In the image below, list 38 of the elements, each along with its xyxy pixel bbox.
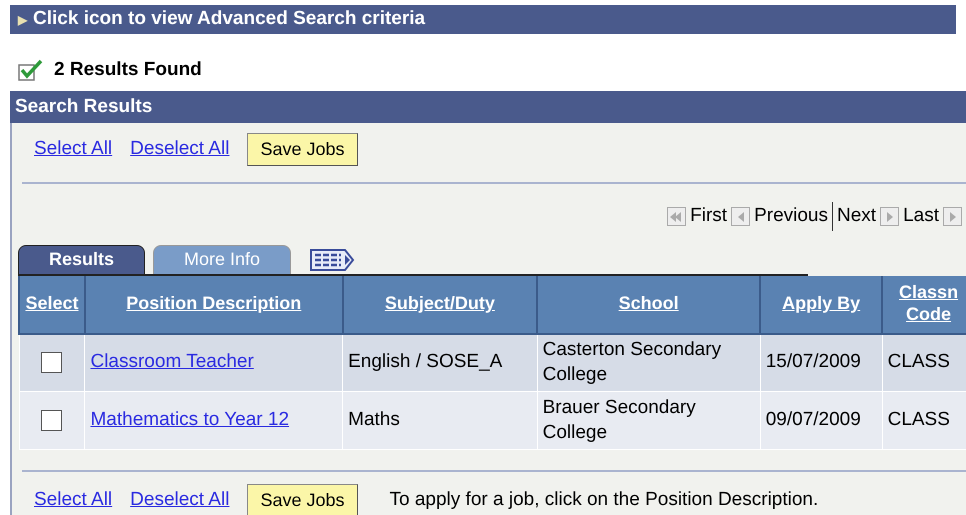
table-cell: English / SOSE_A — [342, 334, 538, 392]
checkmark-icon — [18, 59, 44, 82]
instruction-text: To apply for a job, click on the Position Description. — [390, 488, 818, 512]
last-page-icon[interactable] — [943, 206, 962, 226]
table-cell: Casterton Secondary College — [537, 334, 760, 392]
tab[interactable]: Results — [18, 244, 146, 274]
expand-icon[interactable]: ▶ — [18, 10, 27, 28]
column-header[interactable]: Apply By — [760, 276, 882, 334]
select-all-link[interactable]: Select All — [34, 486, 112, 515]
column-header[interactable]: Select — [19, 276, 85, 334]
table-cell: 09/07/2009 — [760, 392, 882, 450]
panel-title: Search Results — [10, 90, 966, 123]
save-jobs-button[interactable]: Save Jobs — [247, 484, 358, 515]
results-count: 2 Results Found — [54, 58, 202, 82]
column-header[interactable]: Classn Code — [882, 276, 966, 334]
first-page-icon[interactable] — [667, 206, 686, 226]
pager-label: First — [690, 204, 728, 228]
row-checkbox[interactable] — [41, 352, 62, 373]
save-jobs-button[interactable]: Save Jobs — [247, 133, 358, 166]
deselect-all-link[interactable]: Deselect All — [130, 486, 230, 515]
table-cell: Maths — [342, 392, 538, 450]
row-checkbox[interactable] — [41, 410, 62, 431]
column-header[interactable]: Position Description — [84, 276, 343, 334]
pager-label: Last — [903, 204, 939, 228]
column-header[interactable]: School — [537, 276, 760, 334]
next-page-icon[interactable] — [880, 206, 900, 226]
deselect-all-link[interactable]: Deselect All — [130, 135, 230, 164]
column-header[interactable]: Subject/Duty — [342, 276, 538, 334]
pager-label: Previous — [754, 202, 833, 230]
table-cell: CLASS — [882, 334, 966, 392]
previous-page-icon[interactable] — [731, 206, 750, 226]
table-cell: CLASS — [882, 392, 966, 450]
grid-view-icon[interactable] — [309, 248, 356, 272]
pager-label: Next — [837, 204, 876, 228]
table-cell: 15/07/2009 — [760, 334, 882, 392]
bar-label: Click icon to view Advanced Search criteria — [33, 7, 426, 32]
table-cell: Brauer Secondary College — [537, 392, 760, 450]
select-all-link[interactable]: Select All — [34, 135, 112, 164]
